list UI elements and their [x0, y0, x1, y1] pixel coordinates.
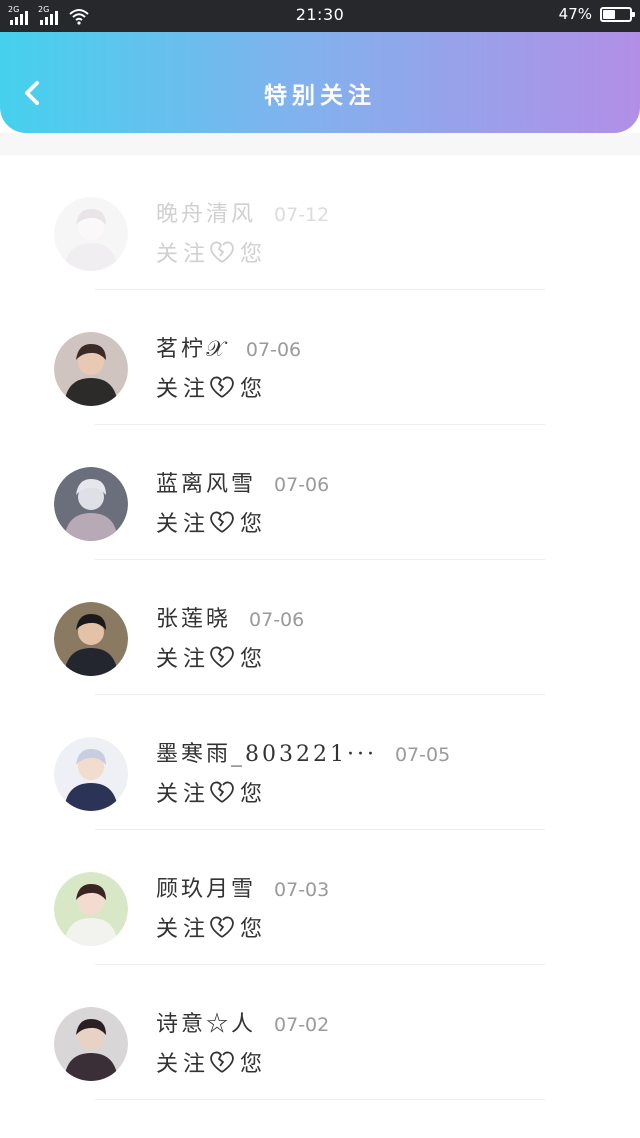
message-line: 关注 您 [156, 506, 267, 538]
avatar[interactable] [54, 1007, 128, 1081]
avatar[interactable] [54, 872, 128, 946]
avatar-icon [54, 872, 128, 946]
name-line: 张莲晓 07-06 [156, 601, 305, 632]
message-text-b: 您 [240, 647, 268, 672]
battery-fill [603, 9, 616, 19]
avatar-icon [54, 737, 128, 811]
header: 特别关注 [0, 32, 640, 133]
message-text-b: 您 [240, 512, 268, 537]
user-name: 茗柠𝒳 [156, 337, 228, 362]
battery-group: 47% [558, 5, 635, 23]
divider [95, 1099, 545, 1100]
list-item[interactable]: 诗意☆人 07-02 关注 您 [0, 965, 640, 1100]
list-item[interactable]: 茗柠𝒳 07-06 关注 您 [0, 290, 640, 425]
message-text-b: 您 [240, 242, 268, 267]
avatar-icon [54, 602, 128, 676]
follow-date: 07-03 [274, 879, 330, 901]
user-name: 张莲晓 [156, 607, 232, 632]
message-line: 关注 您 [156, 776, 267, 808]
page-title: 特别关注 [264, 82, 376, 109]
avatar[interactable] [54, 332, 128, 406]
message-text-b: 您 [240, 782, 268, 807]
avatar-icon [54, 1007, 128, 1081]
broken-heart-icon [210, 781, 234, 803]
follow-date: 07-06 [245, 339, 302, 361]
user-name: 顾玖月雪 [156, 877, 257, 902]
user-name: 诗意☆人 [156, 1012, 257, 1037]
follow-date: 07-06 [274, 474, 330, 496]
message-line: 关注 您 [156, 236, 267, 268]
name-line: 蓝离风雪 07-06 [156, 466, 330, 497]
message-line: 关注 您 [156, 1046, 267, 1078]
battery-percent: 47% [558, 5, 592, 23]
name-line: 墨寒雨_803221··· 07-05 [156, 736, 451, 767]
user-name: 蓝离风雪 [156, 472, 257, 497]
message-text-a: 关注 [156, 917, 211, 942]
avatar-icon [54, 332, 128, 406]
name-line: 诗意☆人 07-02 [156, 1006, 330, 1037]
message-text-a: 关注 [156, 242, 211, 267]
broken-heart-icon [210, 916, 234, 938]
name-line: 晚舟清风 07-12 [156, 196, 330, 227]
list-item[interactable]: 顾玖月雪 07-03 关注 您 [0, 830, 640, 965]
broken-heart-icon [210, 1051, 234, 1073]
name-line: 茗柠𝒳 07-06 [156, 331, 302, 362]
broken-heart-icon [210, 511, 234, 533]
clock: 21:30 [295, 5, 345, 24]
message-text-a: 关注 [156, 377, 211, 402]
status-bar: 2G 2G 21:30 47% [0, 0, 640, 32]
message-line: 关注 您 [156, 641, 267, 673]
user-name: 晚舟清风 [156, 202, 257, 227]
broken-heart-icon [210, 646, 234, 668]
header-shadow [0, 133, 640, 155]
avatar[interactable] [54, 197, 128, 271]
list-item[interactable]: 墨寒雨_803221··· 07-05 关注 您 [0, 695, 640, 830]
user-name: 墨寒雨_803221··· [156, 742, 377, 767]
message-text-a: 关注 [156, 647, 211, 672]
message-text-b: 您 [240, 377, 268, 402]
message-line: 关注 您 [156, 911, 267, 943]
list-item[interactable]: 晚舟清风 07-12 关注 您 [0, 155, 640, 290]
follow-date: 07-12 [274, 204, 330, 226]
avatar-icon [54, 197, 128, 271]
avatar[interactable] [54, 737, 128, 811]
broken-heart-icon [210, 376, 234, 398]
broken-heart-icon [210, 241, 234, 263]
list-item[interactable]: 蓝离风雪 07-06 关注 您 [0, 425, 640, 560]
avatar-icon [54, 467, 128, 541]
message-text-a: 关注 [156, 782, 211, 807]
avatar[interactable] [54, 602, 128, 676]
follower-list: 晚舟清风 07-12 关注 您 茗柠𝒳 07-06 关注 您 蓝离风雪 07-0… [0, 155, 640, 1100]
message-text-b: 您 [240, 917, 268, 942]
follow-date: 07-06 [249, 609, 305, 631]
battery-icon [600, 6, 635, 22]
avatar[interactable] [54, 467, 128, 541]
list-item[interactable]: 张莲晓 07-06 关注 您 [0, 560, 640, 695]
follow-date: 07-05 [394, 744, 451, 766]
message-line: 关注 您 [156, 371, 267, 403]
message-text-a: 关注 [156, 512, 211, 537]
message-text-a: 关注 [156, 1052, 211, 1077]
message-text-b: 您 [240, 1052, 268, 1077]
follow-date: 07-02 [274, 1014, 330, 1036]
name-line: 顾玖月雪 07-03 [156, 871, 330, 902]
